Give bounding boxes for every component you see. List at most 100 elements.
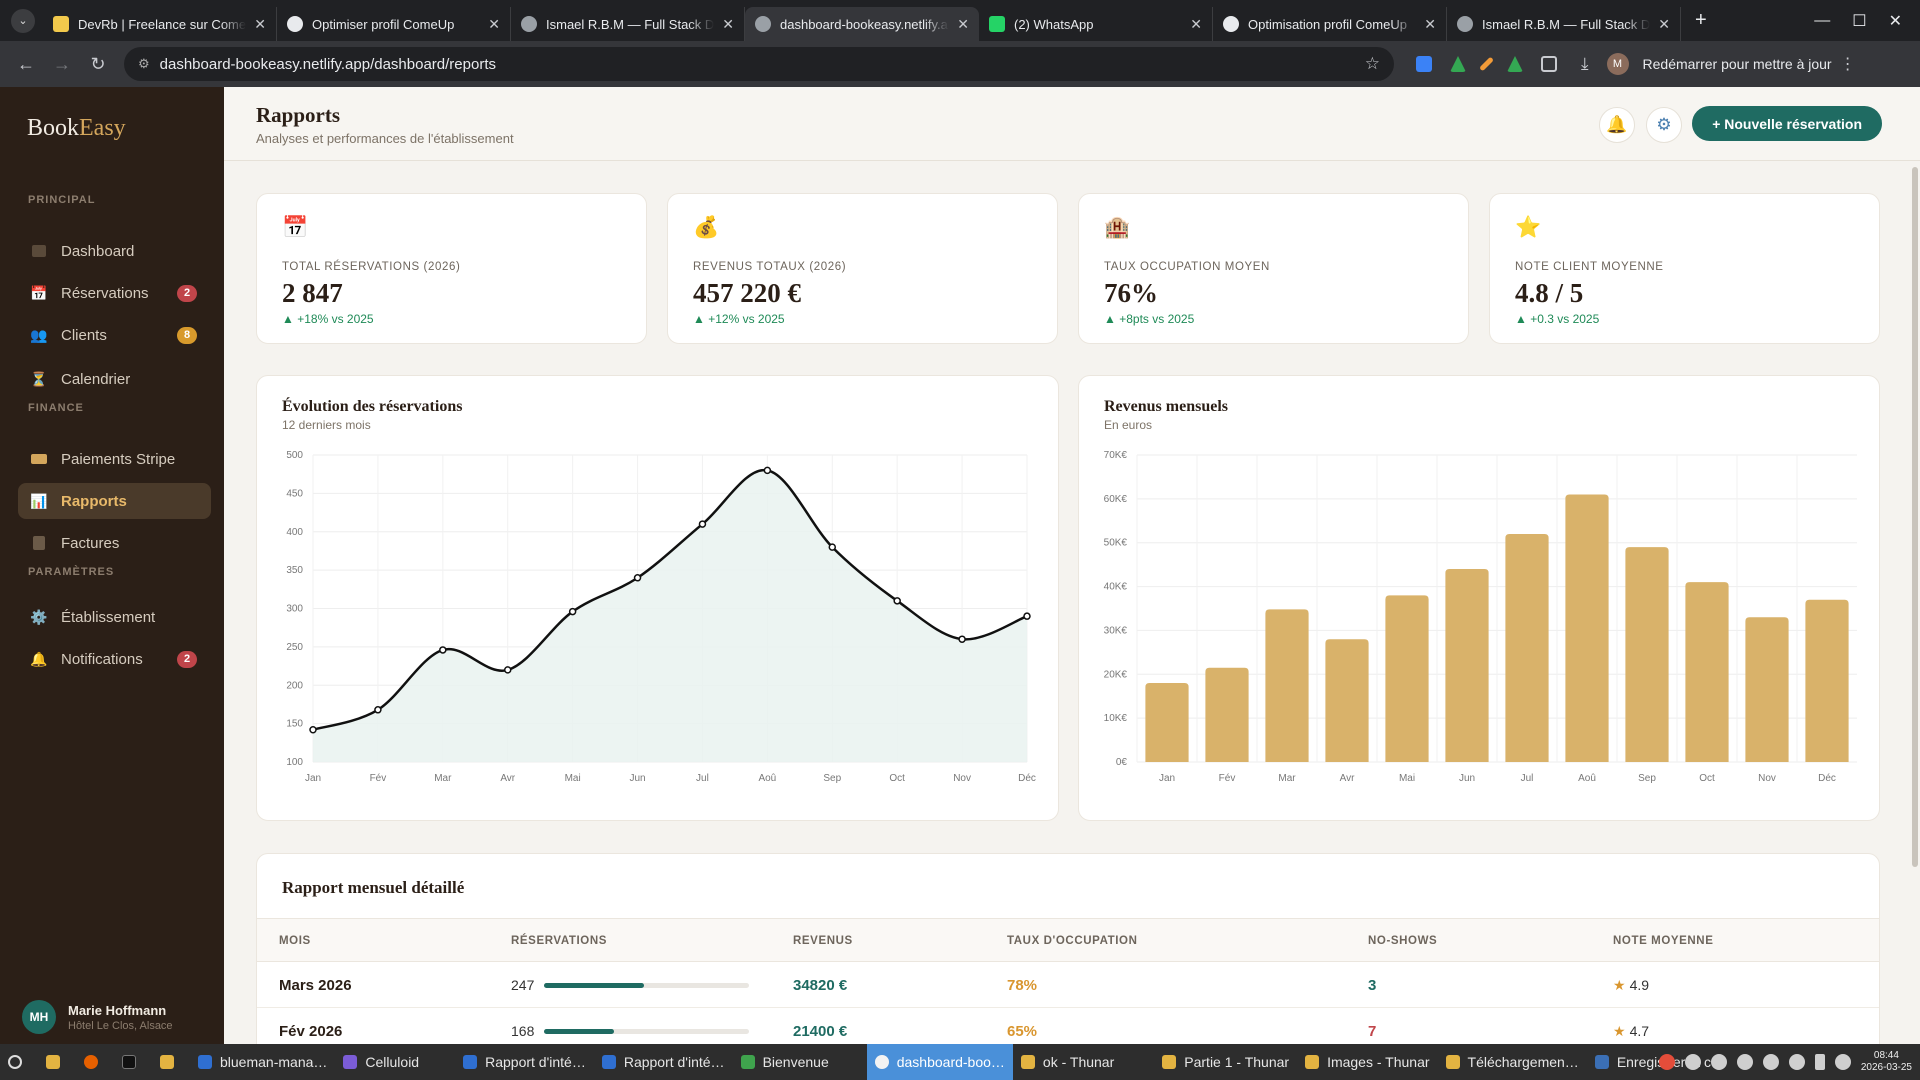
reservations-chart-card: Évolution des réservations 12 derniers m…	[256, 375, 1059, 821]
sidebar-item-paiements[interactable]: Paiements Stripe	[18, 441, 211, 477]
firefox-icon[interactable]	[76, 1044, 114, 1080]
browser-tab[interactable]: Ismael R.B.M — Full Stack Developer✕	[511, 7, 745, 41]
close-icon[interactable]: ✕	[488, 16, 500, 33]
pen-icon[interactable]	[1479, 56, 1494, 72]
column-header[interactable]: MOIS	[279, 935, 311, 947]
wifi-icon[interactable]	[1788, 1054, 1805, 1070]
taskbar-item[interactable]: blueman-mana…	[190, 1044, 335, 1080]
close-icon[interactable]: ✕	[254, 16, 266, 33]
logo[interactable]: BookEasy	[27, 115, 126, 142]
table-row[interactable]: Mars 2026 247 34820 € 78% 3 ★ 4.9	[257, 962, 1879, 1008]
close-icon[interactable]: ✕	[1424, 16, 1436, 33]
browser-tab-active[interactable]: dashboard-bookeasy.netlify.app ✕	[745, 7, 979, 41]
x-tick-label: Jun	[629, 773, 645, 784]
chrome-icon[interactable]	[1658, 1054, 1675, 1070]
taskbar-item[interactable]: Partie 1 - Thunar	[1154, 1044, 1297, 1080]
sidebar-item-dashboard[interactable]: Dashboard	[18, 233, 211, 269]
drive-icon[interactable]	[1507, 56, 1523, 72]
sidebar-item-clients[interactable]: 👥 Clients 8	[18, 317, 211, 353]
sidebar-item-rapports[interactable]: 📊 Rapports	[18, 483, 211, 519]
x-tick-label: Mai	[1399, 773, 1415, 784]
progress-fill	[544, 1029, 614, 1034]
sidebar-item-reservations[interactable]: 📅 Réservations 2	[18, 275, 211, 311]
taskbar-item[interactable]: Bienvenue	[733, 1044, 837, 1080]
address-bar[interactable]: ⚙ dashboard-bookeasy.netlify.app/dashboa…	[124, 47, 1394, 81]
download-icon[interactable]: ⤓	[1581, 54, 1589, 74]
sidebar-item-etablissement[interactable]: ⚙️ Établissement	[18, 599, 211, 635]
browser-tab[interactable]: Optimiser profil ComeUp ✕	[277, 7, 511, 41]
sidebar-item-calendrier[interactable]: ⏳ Calendrier	[18, 361, 211, 397]
taskbar-item[interactable]: Images - Thunar	[1297, 1044, 1437, 1080]
cell-occupation: 65%	[1007, 1023, 1038, 1040]
new-tab-icon[interactable]: +	[1695, 9, 1707, 32]
folder-icon[interactable]	[152, 1044, 190, 1080]
taskbar-item[interactable]: Rapport d'inté…	[594, 1044, 733, 1080]
taskbar-item[interactable]: Téléchargemen…	[1438, 1044, 1587, 1080]
bookmark-star-icon[interactable]: ☆	[1365, 54, 1380, 74]
new-reservation-button[interactable]: + Nouvelle réservation	[1692, 106, 1882, 141]
back-icon[interactable]: ←	[8, 54, 44, 75]
cell-revenue: 34820 €	[793, 977, 848, 994]
bar	[1805, 599, 1849, 762]
x-tick-label: Fév	[1219, 773, 1236, 784]
scrollbar-thumb[interactable]	[1912, 167, 1918, 867]
y-tick-label: 40K€	[1104, 582, 1128, 593]
tab-search-icon[interactable]: ⌄	[11, 8, 35, 33]
browser-tab[interactable]: (2) WhatsApp ✕	[979, 7, 1213, 41]
extension-icon[interactable]	[1416, 56, 1432, 72]
invoice-icon	[30, 535, 48, 551]
kpi-card-reservations: 📅 TOTAL RÉSERVATIONS (2026) 2 847 ▲ +18%…	[256, 193, 647, 344]
column-header[interactable]: REVENUS	[793, 935, 853, 947]
clock[interactable]: 08:44 2026-03-25	[1861, 1050, 1912, 1074]
column-header[interactable]: NOTE MOYENNE	[1613, 935, 1714, 947]
browser-tab[interactable]: DevRb | Freelance sur ComeUp ✕	[43, 7, 277, 41]
taskbar-item[interactable]: Rapport d'inté…	[455, 1044, 594, 1080]
menu-kebab-icon[interactable]: ⋮	[1840, 54, 1856, 74]
browser-tab[interactable]: Optimisation profil ComeUp ✕	[1213, 7, 1447, 41]
bluetooth-icon[interactable]	[1684, 1054, 1701, 1070]
close-icon[interactable]: ✕	[1190, 16, 1202, 33]
x-tick-label: Oct	[889, 773, 905, 784]
notifications-off-icon[interactable]	[1710, 1054, 1727, 1070]
taskbar-item[interactable]: Celluloid	[335, 1044, 427, 1080]
drive-icon[interactable]	[1450, 56, 1466, 72]
table-row[interactable]: Fév 2026 168 21400 € 65% 7 ★ 4.7	[257, 1008, 1879, 1044]
clipboard-icon[interactable]	[1736, 1054, 1753, 1070]
close-icon[interactable]: ✕	[1658, 16, 1670, 33]
window-controls: — ☐ ✕	[1814, 0, 1920, 41]
browser-tab[interactable]: Ismael R.B.M — Full Stack Developer✕	[1447, 7, 1681, 41]
close-window-icon[interactable]: ✕	[1889, 11, 1902, 31]
menu-icon[interactable]	[0, 1044, 38, 1080]
taskbar-item-active[interactable]: dashboard-boo…	[866, 1044, 1013, 1080]
sidebar-item-notifications[interactable]: 🔔 Notifications 2	[18, 641, 211, 677]
sidebar-item-factures[interactable]: Factures	[18, 525, 211, 561]
column-header[interactable]: NO-SHOWS	[1368, 935, 1437, 947]
battery-icon[interactable]	[1814, 1054, 1825, 1070]
restart-update-button[interactable]: Redémarrer pour mettre à jour	[1643, 56, 1832, 72]
settings-button[interactable]: ⚙	[1646, 107, 1682, 143]
puzzle-icon[interactable]	[1541, 56, 1557, 72]
close-icon[interactable]: ✕	[957, 16, 969, 33]
x-tick-label: Avr	[500, 773, 515, 784]
column-header[interactable]: TAUX D'OCCUPATION	[1007, 935, 1137, 947]
shield-icon[interactable]	[1762, 1054, 1779, 1070]
site-info-icon[interactable]: ⚙	[138, 56, 150, 72]
minimize-icon[interactable]: —	[1814, 12, 1830, 30]
files-icon[interactable]	[38, 1044, 76, 1080]
tab-favicon	[521, 16, 537, 32]
volume-icon[interactable]	[1834, 1054, 1851, 1070]
user-profile[interactable]: MH Marie Hoffmann Hôtel Le Clos, Alsace	[22, 1000, 173, 1034]
notifications-button[interactable]: 🔔	[1599, 107, 1635, 143]
close-icon[interactable]: ✕	[722, 16, 734, 33]
revenue-bar-chart: 0€ 10K€ 20K€ 30K€ 40K€ 50K€ 60K€ 70K€ Jan Fév Mar A…	[1104, 450, 1857, 784]
forward-icon[interactable]: →	[44, 54, 80, 75]
taskbar-item[interactable]: ok - Thunar	[1013, 1044, 1122, 1080]
kpi-card-note: ⭐ NOTE CLIENT MOYENNE 4.8 / 5 ▲ +0.3 vs …	[1489, 193, 1880, 344]
maximize-icon[interactable]: ☐	[1852, 11, 1866, 31]
profile-avatar[interactable]: M	[1606, 53, 1629, 75]
terminal-icon[interactable]	[114, 1044, 152, 1080]
tab-favicon	[989, 16, 1005, 32]
reload-icon[interactable]: ↻	[80, 54, 116, 75]
column-header[interactable]: RÉSERVATIONS	[511, 935, 607, 947]
x-tick-label: Oct	[1699, 773, 1715, 784]
